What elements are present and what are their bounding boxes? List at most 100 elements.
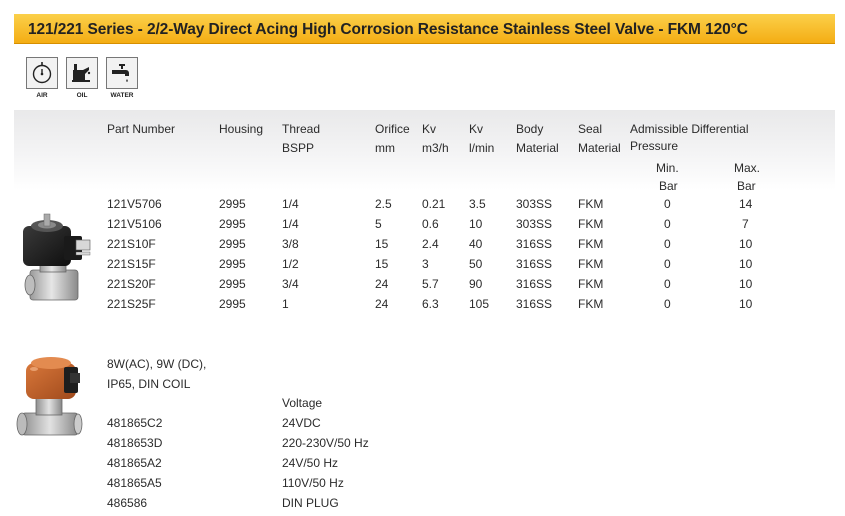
cell-orifice: 15 bbox=[375, 257, 389, 271]
header-min-unit: Bar bbox=[659, 179, 678, 193]
cell-min: 0 bbox=[664, 297, 671, 311]
cell-kv-lmin: 50 bbox=[469, 257, 483, 271]
cell-min: 0 bbox=[664, 217, 671, 231]
cell-body: 316SS bbox=[516, 277, 553, 291]
header-body-sub: Material bbox=[516, 141, 559, 155]
header-kv-m3h-unit: m3/h bbox=[422, 141, 449, 155]
cell-orifice: 24 bbox=[375, 277, 389, 291]
cell-kv-m3h: 5.7 bbox=[422, 277, 439, 291]
media-water: WATER bbox=[106, 57, 142, 99]
header-part-number: Part Number bbox=[107, 122, 176, 136]
media-air: AIR bbox=[26, 57, 62, 99]
header-kv-m3h: Kv bbox=[422, 122, 437, 136]
pressure-gauge-icon bbox=[26, 57, 58, 89]
cell-kv-lmin: 3.5 bbox=[469, 197, 486, 211]
cell-kv-m3h: 3 bbox=[422, 257, 429, 271]
voltage-header: Voltage bbox=[282, 396, 323, 410]
header-body: Body bbox=[516, 122, 544, 136]
cell-housing: 2995 bbox=[219, 297, 246, 311]
cell-body: 316SS bbox=[516, 237, 553, 251]
coil-part: 4818653D bbox=[107, 436, 163, 450]
cell-seal: FKM bbox=[578, 277, 604, 291]
cell-body: 303SS bbox=[516, 217, 553, 231]
cell-seal: FKM bbox=[578, 237, 604, 251]
cell-thread: 3/4 bbox=[282, 277, 299, 291]
cell-thread: 1/2 bbox=[282, 257, 299, 271]
cell-thread: 1/4 bbox=[282, 197, 299, 211]
cell-orifice: 15 bbox=[375, 237, 389, 251]
valve-image bbox=[18, 212, 96, 311]
header-adp-sub: Pressure bbox=[630, 139, 679, 153]
cell-housing: 2995 bbox=[219, 277, 246, 291]
cell-kv-lmin: 40 bbox=[469, 237, 483, 251]
media-label-oil: OIL bbox=[76, 92, 88, 99]
media-oil: OIL bbox=[66, 57, 102, 99]
cell-min: 0 bbox=[664, 197, 671, 211]
header-adp: Admissible Differential bbox=[630, 122, 749, 136]
header-max-unit: Bar bbox=[737, 179, 756, 193]
cell-max: 10 bbox=[739, 237, 753, 251]
header-kv-lmin-unit: l/min bbox=[469, 141, 495, 155]
header-thread-unit: BSPP bbox=[282, 141, 315, 155]
cell-body: 316SS bbox=[516, 257, 553, 271]
cell-part: 221S15F bbox=[107, 257, 156, 271]
coil-valve-image bbox=[14, 353, 94, 450]
cell-housing: 2995 bbox=[219, 257, 246, 271]
cell-orifice: 2.5 bbox=[375, 197, 392, 211]
cell-housing: 2995 bbox=[219, 217, 246, 231]
cell-kv-m3h: 6.3 bbox=[422, 297, 439, 311]
oil-can-icon bbox=[66, 57, 98, 89]
header-seal: Seal bbox=[578, 122, 603, 136]
cell-max: 10 bbox=[739, 277, 753, 291]
cell-seal: FKM bbox=[578, 197, 604, 211]
coil-part: 481865C2 bbox=[107, 416, 163, 430]
cell-housing: 2995 bbox=[219, 197, 246, 211]
cell-body: 316SS bbox=[516, 297, 553, 311]
water-tap-icon bbox=[106, 57, 138, 89]
cell-part: 121V5106 bbox=[107, 217, 162, 231]
cell-kv-m3h: 2.4 bbox=[422, 237, 439, 251]
cell-max: 10 bbox=[739, 297, 753, 311]
header-orifice: Orifice bbox=[375, 122, 410, 136]
cell-max: 14 bbox=[739, 197, 753, 211]
cell-orifice: 24 bbox=[375, 297, 389, 311]
cell-part: 121V5706 bbox=[107, 197, 162, 211]
coil-voltage: 24VDC bbox=[282, 416, 321, 430]
header-min: Min. bbox=[656, 161, 679, 175]
coil-voltage: 110V/50 Hz bbox=[282, 476, 344, 490]
header-max: Max. bbox=[734, 161, 761, 175]
cell-seal: FKM bbox=[578, 217, 604, 231]
coil-voltage: DIN PLUG bbox=[282, 496, 339, 510]
media-label-air: AIR bbox=[36, 92, 48, 99]
coil-description-line: 8W(AC), 9W (DC), bbox=[107, 357, 207, 371]
cell-thread: 3/8 bbox=[282, 237, 299, 251]
cell-seal: FKM bbox=[578, 297, 604, 311]
media-label-water: WATER bbox=[110, 92, 134, 99]
cell-kv-m3h: 0.21 bbox=[422, 197, 446, 211]
cell-part: 221S20F bbox=[107, 277, 156, 291]
cell-part: 221S25F bbox=[107, 297, 156, 311]
cell-max: 10 bbox=[739, 257, 753, 271]
cell-min: 0 bbox=[664, 257, 671, 271]
header-kv-lmin: Kv bbox=[469, 122, 484, 136]
title-bar: 121/221 Series - 2/2-Way Direct Acing Hi… bbox=[14, 14, 835, 44]
cell-min: 0 bbox=[664, 237, 671, 251]
header-thread: Thread bbox=[282, 122, 321, 136]
coil-part: 481865A5 bbox=[107, 476, 162, 490]
cell-seal: FKM bbox=[578, 257, 604, 271]
header-seal-sub: Material bbox=[578, 141, 621, 155]
page-title: 121/221 Series - 2/2-Way Direct Acing Hi… bbox=[28, 21, 748, 38]
cell-body: 303SS bbox=[516, 197, 553, 211]
header-housing: Housing bbox=[219, 122, 264, 136]
cell-max: 7 bbox=[742, 217, 749, 231]
coil-part: 486586 bbox=[107, 496, 148, 510]
header-orifice-unit: mm bbox=[375, 141, 395, 155]
cell-min: 0 bbox=[664, 277, 671, 291]
cell-kv-lmin: 90 bbox=[469, 277, 483, 291]
cell-part: 221S10F bbox=[107, 237, 156, 251]
coil-part: 481865A2 bbox=[107, 456, 162, 470]
coil-voltage: 24V/50 Hz bbox=[282, 456, 339, 470]
cell-thread: 1/4 bbox=[282, 217, 299, 231]
cell-housing: 2995 bbox=[219, 237, 246, 251]
coil-voltage: 220-230V/50 Hz bbox=[282, 436, 369, 450]
